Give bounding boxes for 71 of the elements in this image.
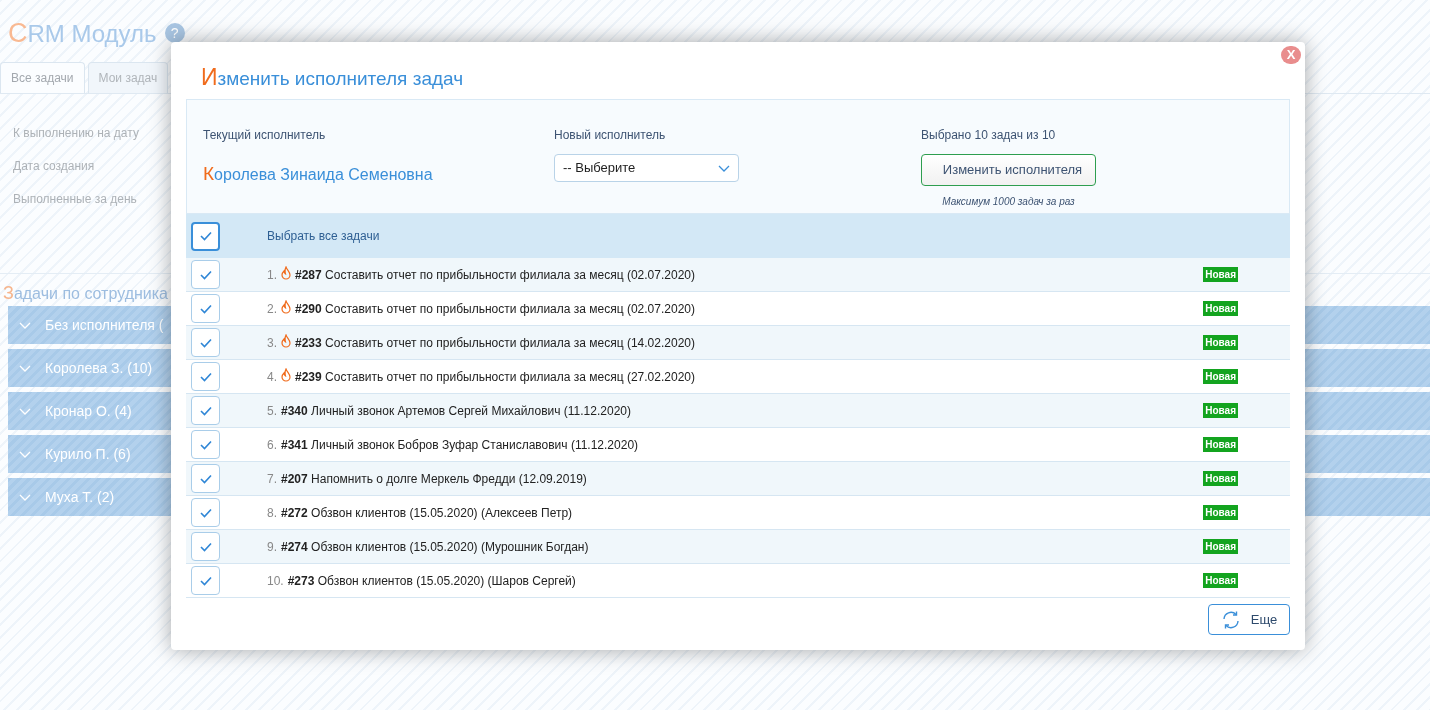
checkmark-icon	[199, 541, 212, 552]
task-checkbox[interactable]	[191, 532, 220, 561]
task-number: 5.	[267, 402, 277, 420]
task-title[interactable]: #233 Составить отчет по прибыльности филиала за месяц (14.02.2020)	[295, 333, 695, 352]
task-number: 10.	[267, 572, 284, 590]
checkmark-icon	[199, 405, 212, 416]
task-checkbox[interactable]	[191, 328, 220, 357]
task-checkbox[interactable]	[191, 260, 220, 289]
task-number: 4.	[267, 368, 277, 386]
task-checkbox[interactable]	[191, 566, 220, 595]
task-checkbox[interactable]	[191, 464, 220, 493]
chevron-icon	[19, 449, 31, 459]
task-checkbox[interactable]	[191, 294, 220, 323]
task-title[interactable]: #239 Составить отчет по прибыльности филиала за месяц (27.02.2020)	[295, 367, 695, 386]
checkmark-icon	[199, 507, 212, 518]
chevron-icon	[19, 320, 31, 330]
chevron-icon	[19, 406, 31, 416]
status-badge: Новая	[1203, 505, 1238, 520]
task-number: 1.	[267, 266, 277, 284]
task-number: 8.	[267, 504, 277, 522]
chevron-icon	[19, 363, 31, 373]
status-badge: Новая	[1203, 267, 1238, 282]
chevron-icon	[19, 492, 31, 502]
task-checkbox[interactable]	[191, 498, 220, 527]
refresh-icon	[1220, 609, 1241, 630]
checkmark-icon	[199, 439, 212, 450]
task-number: 7.	[267, 470, 277, 488]
select-all-checkbox[interactable]	[191, 221, 220, 251]
status-badge: Новая	[1203, 301, 1238, 316]
task-title[interactable]: #287 Составить отчет по прибыльности филиала за месяц (02.07.2020)	[295, 265, 695, 284]
task-checkbox[interactable]	[191, 396, 220, 425]
task-checkbox[interactable]	[191, 362, 220, 391]
task-number: 2.	[267, 300, 277, 318]
status-badge: Новая	[1203, 539, 1238, 554]
app-title: CRM Модуль	[8, 16, 157, 50]
task-title[interactable]: #207 Напомнить о долге Меркель Фредди (12.09.2019)	[281, 469, 587, 488]
task-title[interactable]: #290 Составить отчет по прибыльности филиала за месяц (02.07.2020)	[295, 299, 695, 318]
chevron-down-icon	[718, 164, 730, 172]
task-title[interactable]: #340 Личный звонок Артемов Сергей Михайлович (11.12.2020)	[281, 401, 631, 420]
checkmark-icon	[199, 337, 212, 348]
status-badge: Новая	[1203, 335, 1238, 350]
status-badge: Новая	[1203, 403, 1238, 418]
task-title[interactable]: #272 Обзвон клиентов (15.05.2020) (Алексеев Петр)	[281, 503, 573, 522]
status-badge: Новая	[1203, 369, 1238, 384]
current-assignee: Королева Зинаида Семеновна	[203, 162, 434, 186]
checkmark-icon	[199, 303, 212, 314]
status-badge: Новая	[1203, 573, 1238, 588]
dialog-title: Изменить исполнителя задач	[200, 63, 464, 92]
assignee-select[interactable]: -- Выберите	[554, 154, 739, 182]
task-number: 9.	[267, 538, 277, 556]
select-all-label: Выбрать все задачи	[267, 228, 380, 245]
checkmark-icon	[199, 371, 212, 382]
checkmark-icon	[199, 473, 212, 484]
task-number: 3.	[267, 334, 277, 352]
selection-count: Выбрано 10 задач из 10	[921, 127, 1056, 144]
change-assignee-button[interactable]: Изменить исполнителя	[921, 154, 1096, 186]
status-badge: Новая	[1203, 471, 1238, 486]
task-number: 6.	[267, 436, 277, 454]
field-label: Новый исполнитель	[554, 127, 667, 144]
checkmark-icon	[199, 575, 212, 586]
task-title[interactable]: #341 Личный звонок Бобров Зуфар Станиславович (11.12.2020)	[281, 435, 639, 454]
checkmark-icon	[199, 231, 212, 241]
status-badge: Новая	[1203, 437, 1238, 452]
task-title[interactable]: #273 Обзвон клиентов (15.05.2020) (Шаров Сергей)	[287, 571, 576, 590]
section-title: Задачи по сотрудника	[2, 282, 166, 305]
checkmark-icon	[199, 269, 212, 280]
more-button[interactable]: Еще	[1208, 604, 1290, 635]
task-title[interactable]: #274 Обзвон клиентов (15.05.2020) (Мурошник Богдан)	[281, 537, 589, 556]
task-checkbox[interactable]	[191, 430, 220, 459]
limit-note: Максимум 1000 задач за раз	[941, 195, 1076, 209]
field-label: Текущий исполнитель	[203, 127, 327, 144]
